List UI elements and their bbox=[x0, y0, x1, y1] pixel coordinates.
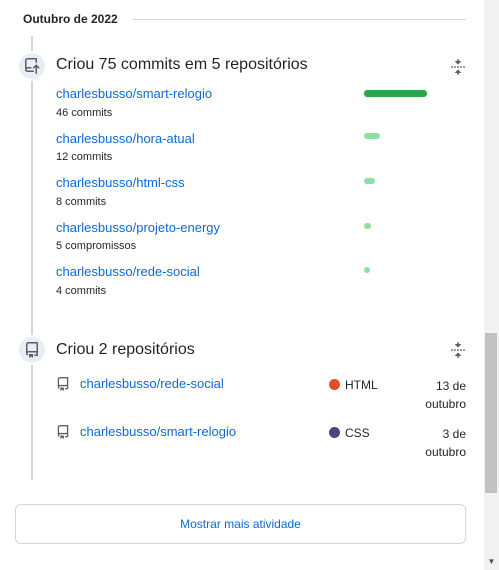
repo-date: 3 de outubro bbox=[406, 425, 466, 461]
commit-repo-link[interactable]: charlesbusso/hora-atual bbox=[56, 131, 195, 146]
month-header: Outubro de 2022 bbox=[23, 9, 466, 29]
repo-icon bbox=[17, 335, 47, 365]
language-name: HTML bbox=[345, 378, 378, 392]
fold-icon[interactable] bbox=[450, 59, 466, 75]
commit-bar bbox=[364, 223, 371, 229]
commits-group-title: Criou 75 commits em 5 repositórios bbox=[56, 56, 308, 73]
repo-icon bbox=[56, 424, 70, 440]
timeline-line bbox=[31, 36, 33, 480]
commit-repo-link[interactable]: charlesbusso/html-css bbox=[56, 175, 185, 190]
commit-count: 4 commits bbox=[56, 285, 107, 297]
commit-repo-link[interactable]: charlesbusso/rede-social bbox=[56, 264, 200, 279]
language-color-dot bbox=[329, 427, 340, 438]
repo-push-icon bbox=[17, 51, 47, 81]
divider bbox=[132, 18, 466, 20]
date-month: outubro bbox=[425, 445, 466, 459]
language-color-dot bbox=[329, 379, 340, 390]
date-day: 3 de bbox=[442, 427, 466, 441]
date-day: 13 de bbox=[435, 379, 466, 393]
commit-bar bbox=[364, 267, 370, 273]
commit-count: 46 commits bbox=[56, 107, 113, 119]
repos-group-title: Criou 2 repositórios bbox=[56, 341, 195, 358]
date-month: outubro bbox=[425, 397, 466, 411]
commit-bar bbox=[364, 90, 427, 97]
month-label: Outubro de 2022 bbox=[23, 12, 118, 26]
commit-bar bbox=[364, 133, 380, 139]
repo-date: 13 de outubro bbox=[406, 377, 466, 413]
scroll-down-arrow-icon[interactable]: ▼ bbox=[487, 557, 496, 566]
fold-icon[interactable] bbox=[450, 342, 466, 358]
repo-icon bbox=[56, 376, 70, 392]
commit-count: 12 commits bbox=[56, 151, 113, 163]
commit-count: 5 compromissos bbox=[56, 240, 137, 252]
language-name: CSS bbox=[345, 426, 370, 440]
created-repo-link[interactable]: charlesbusso/rede-social bbox=[80, 376, 224, 391]
show-more-activity-button[interactable]: Mostrar mais atividade bbox=[15, 504, 466, 544]
commit-repo-link[interactable]: charlesbusso/smart-relogio bbox=[56, 86, 212, 101]
commit-repo-link[interactable]: charlesbusso/projeto-energy bbox=[56, 220, 220, 235]
created-repo-link[interactable]: charlesbusso/smart-relogio bbox=[80, 424, 236, 439]
scrollbar-thumb[interactable] bbox=[485, 333, 497, 493]
commit-bar bbox=[364, 178, 375, 184]
commit-count: 8 commits bbox=[56, 196, 107, 208]
